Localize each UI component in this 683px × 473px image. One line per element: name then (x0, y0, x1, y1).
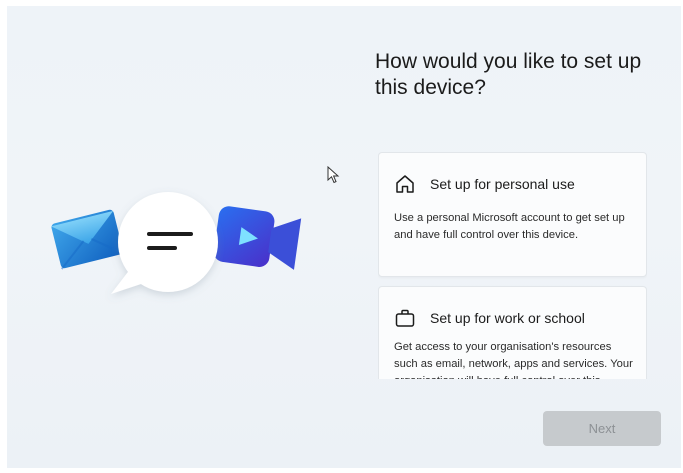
option-description: Use a personal Microsoft account to get … (394, 212, 625, 241)
option-work-or-school[interactable]: Set up for work or school Get access to … (378, 286, 647, 379)
page-title: How would you like to set up this device… (375, 50, 642, 99)
next-button[interactable]: Next (543, 411, 661, 446)
chat-bubble-icon (111, 192, 218, 294)
video-camera-icon (213, 206, 302, 270)
option-personal-use[interactable]: Set up for personal use Use a personal M… (378, 152, 647, 277)
hero-illustration (7, 6, 357, 468)
oobe-window: How would you like to set up this device… (7, 6, 681, 468)
option-description: Get access to your organisation's resour… (394, 341, 633, 379)
home-icon (394, 173, 416, 195)
option-title: Set up for personal use (430, 176, 575, 192)
briefcase-icon (394, 307, 416, 329)
mouse-pointer-icon (327, 165, 341, 189)
setup-options-list: Set up for personal use Use a personal M… (378, 152, 647, 379)
option-title: Set up for work or school (430, 310, 585, 326)
mail-icon (51, 209, 125, 270)
